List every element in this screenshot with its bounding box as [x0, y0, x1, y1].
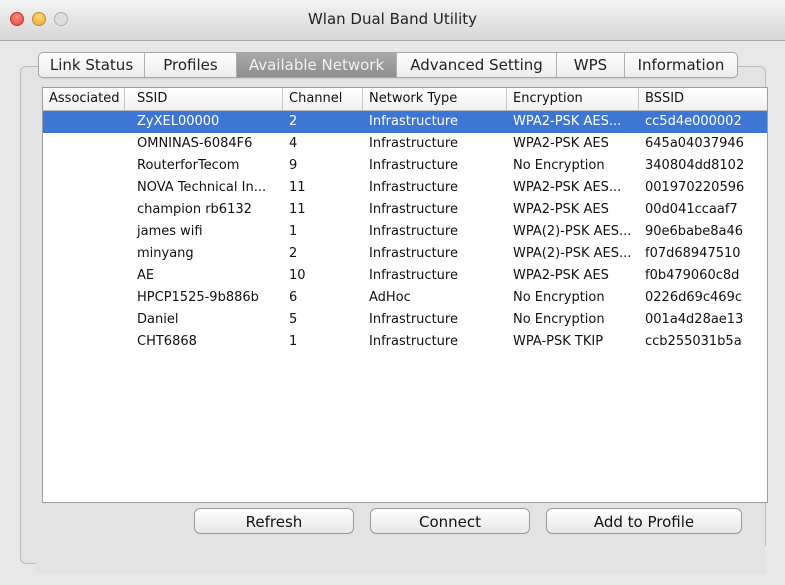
- cell-encryption: WPA2-PSK AES...: [513, 180, 622, 195]
- table-row[interactable]: AE 10 Infrastructure WPA2-PSK AES f0b479…: [43, 265, 767, 287]
- title-bar: Wlan Dual Band Utility: [0, 0, 785, 41]
- cell-ssid: OMNINAS-6084F6: [137, 136, 253, 151]
- cell-network-type: Infrastructure: [369, 312, 458, 327]
- cell-channel: 9: [289, 158, 298, 173]
- tab-link-status[interactable]: Link Status: [39, 53, 145, 77]
- tab-available-network[interactable]: Available Network: [237, 53, 397, 77]
- cell-encryption: No Encryption: [513, 158, 605, 173]
- cell-network-type: Infrastructure: [369, 268, 458, 283]
- refresh-button[interactable]: Refresh: [194, 508, 354, 534]
- cell-bssid: 340804dd8102: [645, 158, 745, 173]
- cell-encryption: WPA2-PSK AES: [513, 268, 609, 283]
- cell-channel: 11: [289, 202, 306, 217]
- cell-ssid: ZyXEL00000: [137, 114, 220, 129]
- cell-bssid: cc5d4e000002: [645, 114, 742, 129]
- cell-associated: [43, 243, 131, 265]
- cell-bssid: 645a04037946: [645, 136, 744, 151]
- cell-encryption: WPA-PSK TKIP: [513, 334, 604, 349]
- cell-network-type: Infrastructure: [369, 158, 458, 173]
- table-row[interactable]: minyang 2 Infrastructure WPA(2)-PSK AES.…: [43, 243, 767, 265]
- table-row[interactable]: HPCP1525-9b886b 6 AdHoc No Encryption 02…: [43, 287, 767, 309]
- column-header-encryption[interactable]: Encryption: [507, 88, 639, 110]
- column-header-channel[interactable]: Channel: [283, 88, 363, 110]
- cell-network-type: Infrastructure: [369, 136, 458, 151]
- cell-encryption: WPA(2)-PSK AES...: [513, 246, 632, 261]
- table-header: Associated SSID Channel Network Type Enc…: [43, 88, 767, 111]
- cell-channel: 2: [289, 246, 298, 261]
- tab-wps[interactable]: WPS: [557, 53, 625, 77]
- cell-encryption: No Encryption: [513, 290, 605, 305]
- cell-network-type: Infrastructure: [369, 334, 458, 349]
- cell-bssid: 90e6babe8a46: [645, 224, 744, 239]
- cell-ssid: Daniel: [137, 312, 179, 327]
- cell-ssid: NOVA Technical In...: [137, 180, 267, 195]
- cell-associated: [43, 177, 131, 199]
- tab-advanced-setting[interactable]: Advanced Setting: [397, 53, 557, 77]
- column-header-bssid[interactable]: BSSID: [639, 88, 767, 110]
- cell-ssid: HPCP1525-9b886b: [137, 290, 259, 305]
- cell-encryption: WPA2-PSK AES: [513, 202, 609, 217]
- table-row[interactable]: CHT6868 1 Infrastructure WPA-PSK TKIP cc…: [43, 331, 767, 353]
- table-row[interactable]: ZyXEL00000 2 Infrastructure WPA2-PSK AES…: [43, 111, 767, 133]
- cell-encryption: WPA2-PSK AES...: [513, 114, 622, 129]
- table-row[interactable]: RouterforTecom 9 Infrastructure No Encry…: [43, 155, 767, 177]
- cell-ssid: CHT6868: [137, 334, 197, 349]
- network-table: Associated SSID Channel Network Type Enc…: [42, 87, 768, 503]
- cell-associated: [43, 331, 131, 353]
- cell-associated: [43, 265, 131, 287]
- cell-bssid: ccb255031b5a: [645, 334, 742, 349]
- cell-ssid: james wifi: [137, 224, 203, 239]
- cell-network-type: AdHoc: [369, 290, 411, 305]
- table-row[interactable]: Daniel 5 Infrastructure No Encryption 00…: [43, 309, 767, 331]
- connect-button[interactable]: Connect: [370, 508, 530, 534]
- cell-encryption: WPA2-PSK AES: [513, 136, 609, 151]
- cell-network-type: Infrastructure: [369, 114, 458, 129]
- cell-bssid: 001a4d28ae13: [645, 312, 744, 327]
- app-window: Wlan Dual Band Utility Link Status Profi…: [0, 0, 785, 585]
- column-header-network-type[interactable]: Network Type: [363, 88, 507, 110]
- cell-network-type: Infrastructure: [369, 202, 458, 217]
- cell-channel: 1: [289, 224, 298, 239]
- cell-associated: [43, 155, 131, 177]
- tab-bar: Link Status Profiles Available Network A…: [38, 52, 738, 78]
- column-header-associated[interactable]: Associated: [43, 88, 125, 110]
- cell-channel: 11: [289, 180, 306, 195]
- cell-encryption: No Encryption: [513, 312, 605, 327]
- cell-channel: 5: [289, 312, 298, 327]
- cell-bssid: 001970220596: [645, 180, 745, 195]
- cell-bssid: f07d68947510: [645, 246, 741, 261]
- table-row[interactable]: champion rb6132 11 Infrastructure WPA2-P…: [43, 199, 767, 221]
- cell-network-type: Infrastructure: [369, 180, 458, 195]
- table-row[interactable]: james wifi 1 Infrastructure WPA(2)-PSK A…: [43, 221, 767, 243]
- table-row[interactable]: NOVA Technical In... 11 Infrastructure W…: [43, 177, 767, 199]
- cell-channel: 6: [289, 290, 298, 305]
- cell-bssid: 0226d69c469c: [645, 290, 742, 305]
- cell-bssid: 00d041ccaaf7: [645, 202, 738, 217]
- cell-channel: 2: [289, 114, 298, 129]
- tab-information[interactable]: Information: [625, 53, 737, 77]
- cell-associated: [43, 111, 131, 133]
- cell-channel: 10: [289, 268, 306, 283]
- cell-encryption: WPA(2)-PSK AES...: [513, 224, 632, 239]
- cell-bssid: f0b479060c8d: [645, 268, 740, 283]
- cell-channel: 1: [289, 334, 298, 349]
- cell-associated: [43, 221, 131, 243]
- cell-channel: 4: [289, 136, 298, 151]
- bottom-spacer: [36, 546, 766, 574]
- cell-associated: [43, 133, 131, 155]
- cell-ssid: minyang: [137, 246, 194, 261]
- cell-associated: [43, 287, 131, 309]
- cell-network-type: Infrastructure: [369, 246, 458, 261]
- window-title: Wlan Dual Band Utility: [307, 10, 478, 28]
- cell-ssid: AE: [137, 268, 155, 283]
- table-row[interactable]: OMNINAS-6084F6 4 Infrastructure WPA2-PSK…: [43, 133, 767, 155]
- tab-profiles[interactable]: Profiles: [145, 53, 237, 77]
- cell-network-type: Infrastructure: [369, 224, 458, 239]
- cell-ssid: RouterforTecom: [137, 158, 240, 173]
- cell-ssid: champion rb6132: [137, 202, 252, 217]
- cell-associated: [43, 309, 131, 331]
- add-to-profile-button[interactable]: Add to Profile: [546, 508, 742, 534]
- column-header-ssid[interactable]: SSID: [131, 88, 283, 110]
- cell-associated: [43, 199, 131, 221]
